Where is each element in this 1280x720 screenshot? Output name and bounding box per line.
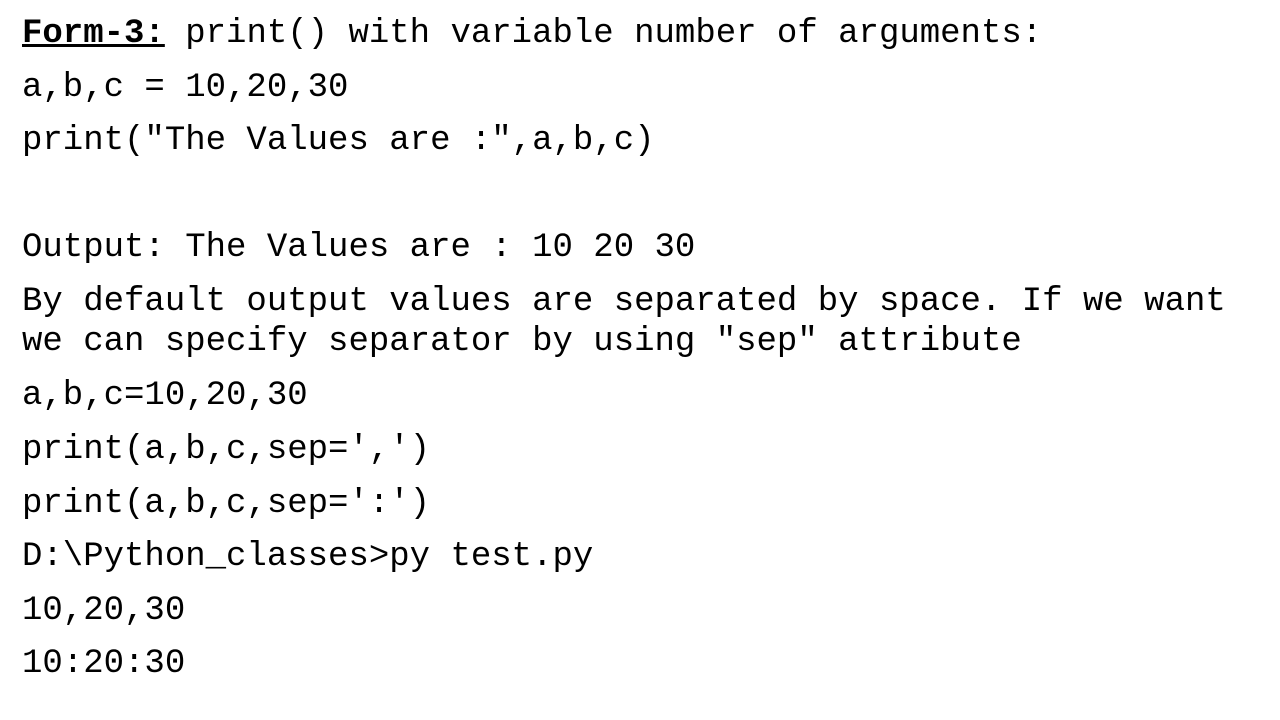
code-print: print("The Values are :",a,b,c) [22, 122, 655, 160]
code-print-comma-sep: print(a,b,c,sep=',') [22, 431, 431, 469]
output-colon: 10:20:30 [22, 645, 186, 683]
code-print-colon-sep: print(a,b,c,sep=':') [22, 485, 431, 523]
heading-text: print() with variable number of argument… [164, 15, 1043, 53]
form-label: Form-3: [22, 15, 165, 53]
code-assignment: a,b,c = 10,20,30 [22, 69, 349, 107]
explanation-line-2: we can specify separator by using "sep" … [22, 323, 1022, 361]
command-prompt-line: D:\Python_classes>py test.py [22, 538, 594, 576]
explanation-line-1: By default output values are separated b… [22, 283, 1226, 321]
code-assignment-2: a,b,c=10,20,30 [22, 377, 308, 415]
heading-line: Form-3: print() with variable number of … [22, 14, 1042, 54]
output-line: Output: The Values are : 10 20 30 [22, 229, 696, 267]
output-comma: 10,20,30 [22, 592, 186, 630]
